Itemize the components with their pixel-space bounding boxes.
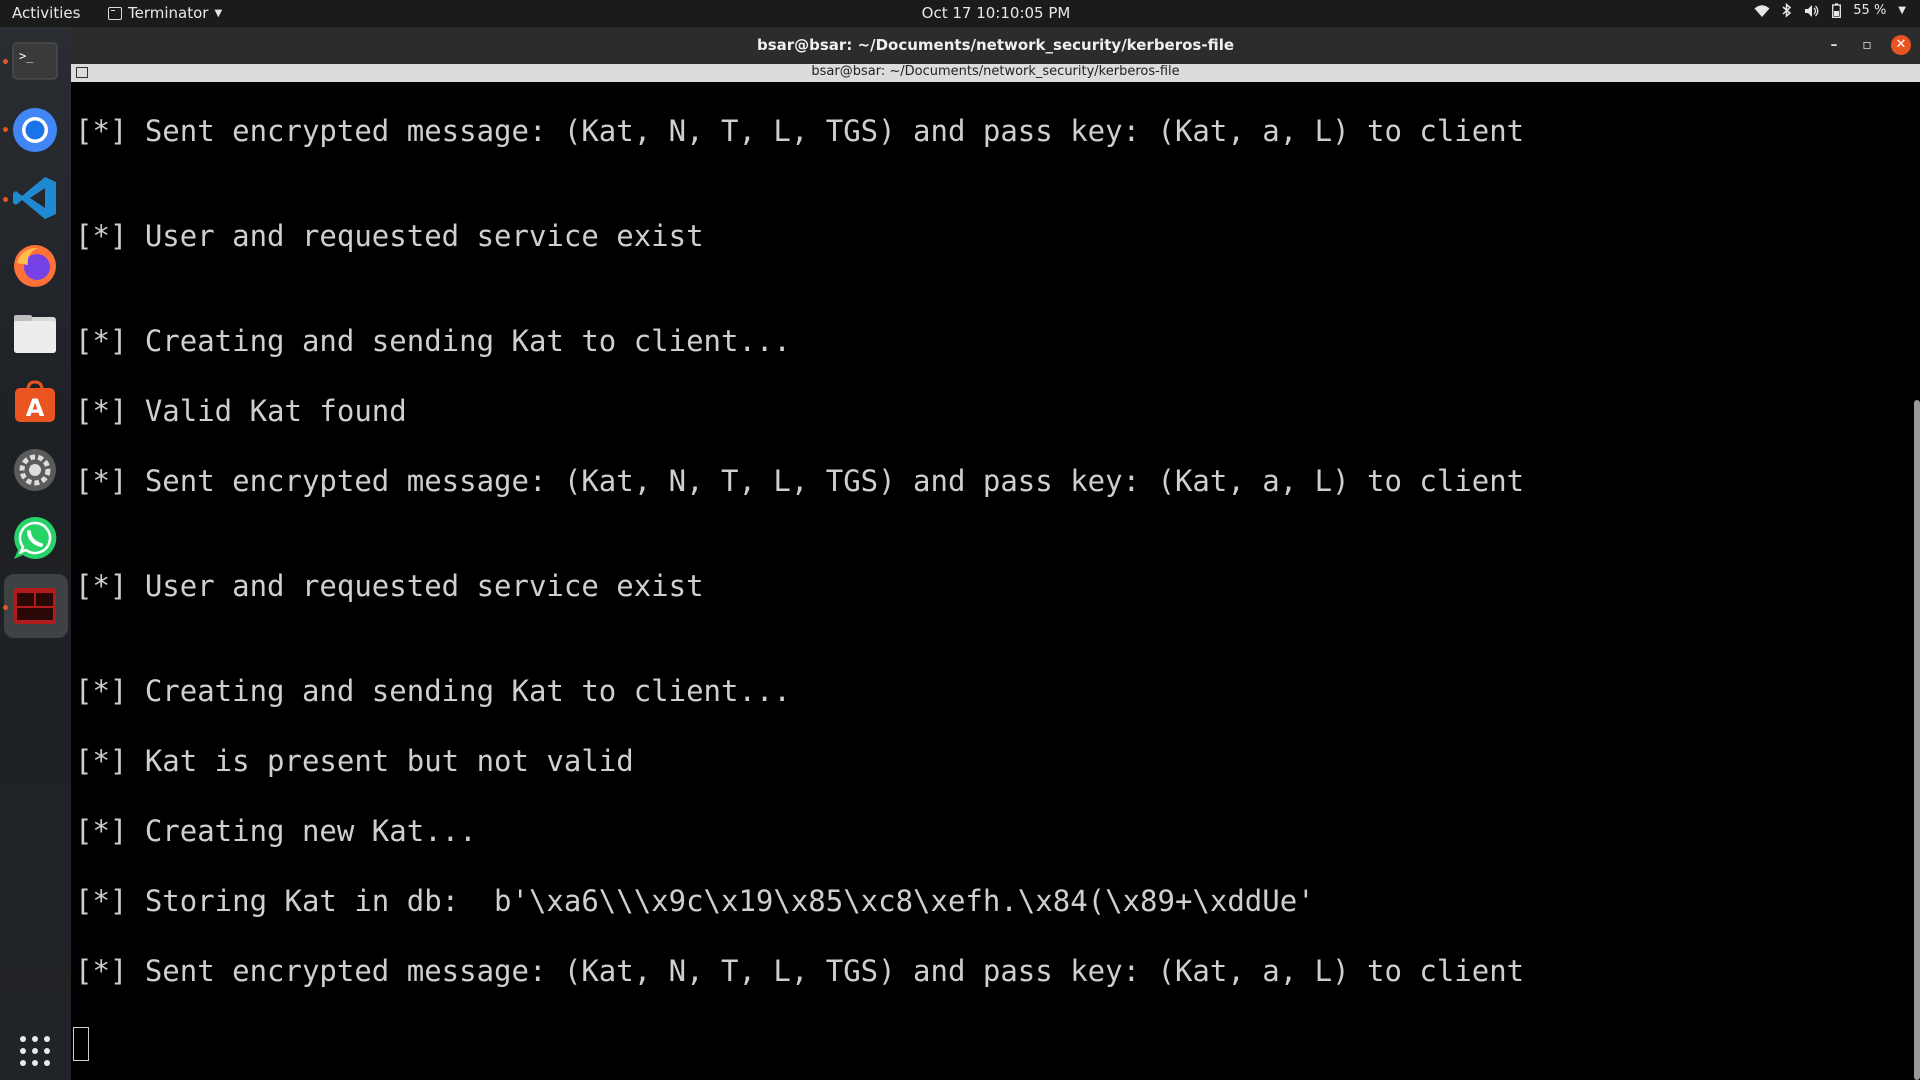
running-indicator xyxy=(3,127,8,132)
window-title: bsar@bsar: ~/Documents/network_security/… xyxy=(756,36,1235,54)
svg-text:>_: >_ xyxy=(19,49,34,63)
system-tray[interactable]: 55 % ▼ xyxy=(1754,3,1906,18)
whatsapp-icon[interactable] xyxy=(11,514,59,562)
files-icon[interactable] xyxy=(11,310,59,358)
wifi-icon xyxy=(1754,4,1770,18)
clock[interactable]: Oct 17 10:10:05 PM xyxy=(0,4,1920,22)
vscode-icon[interactable] xyxy=(11,174,59,222)
volume-icon xyxy=(1804,4,1820,18)
minimize-button[interactable]: – xyxy=(1824,35,1844,55)
terminal-line: [*] Valid Kat found xyxy=(75,394,407,428)
terminal-cursor xyxy=(73,1027,89,1061)
running-indicator xyxy=(3,605,8,610)
maximize-button[interactable]: ▫ xyxy=(1857,35,1877,55)
terminal-line: [*] User and requested service exist xyxy=(75,219,704,253)
terminal-line: [*] User and requested service exist xyxy=(75,569,704,603)
running-indicator xyxy=(3,59,8,64)
window-titlebar[interactable]: bsar@bsar: ~/Documents/network_security/… xyxy=(71,27,1920,64)
terminal-line: [*] Sent encrypted message: (Kat, N, T, … xyxy=(75,114,1525,148)
terminal-pane[interactable]: [*] Sent encrypted message: (Kat, N, T, … xyxy=(71,82,1920,1080)
bluetooth-icon xyxy=(1782,3,1792,18)
terminal-line: [*] Creating new Kat... xyxy=(75,814,477,848)
terminal-tab-title: bsar@bsar: ~/Documents/network_security/… xyxy=(811,64,1180,79)
firefox-icon[interactable] xyxy=(11,242,59,290)
chrome-icon[interactable] xyxy=(11,106,59,154)
battery-percentage: 55 % xyxy=(1853,3,1887,18)
terminal-line: [*] Creating and sending Kat to client..… xyxy=(75,324,791,358)
terminal-line: [*] Sent encrypted message: (Kat, N, T, … xyxy=(75,464,1525,498)
settings-icon[interactable] xyxy=(11,446,59,494)
terminal-line: [*] Sent encrypted message: (Kat, N, T, … xyxy=(75,954,1525,988)
dock: >_ A xyxy=(0,27,71,1080)
terminal-icon[interactable]: >_ xyxy=(11,37,59,85)
top-bar: Activities Terminator ▼ Oct 17 10:10:05 … xyxy=(0,0,1920,27)
svg-text:A: A xyxy=(26,394,45,422)
software-icon[interactable]: A xyxy=(11,378,59,426)
show-apps-icon[interactable] xyxy=(11,1027,59,1075)
terminal-line: [*] Creating and sending Kat to client..… xyxy=(75,674,791,708)
terminal-scrollbar[interactable] xyxy=(1914,400,1920,1080)
terminal-line: [*] Storing Kat in db: b'\xa6\\\x9c\x19\… xyxy=(75,884,1315,918)
terminal-line: [*] Kat is present but not valid xyxy=(75,744,634,778)
running-indicator xyxy=(3,197,8,202)
battery-icon xyxy=(1832,3,1842,18)
terminal-tab-bar[interactable]: bsar@bsar: ~/Documents/network_security/… xyxy=(71,64,1920,82)
close-button[interactable]: ✕ xyxy=(1891,35,1911,55)
chevron-down-icon: ▼ xyxy=(1898,5,1906,16)
terminator-icon[interactable] xyxy=(11,582,59,630)
